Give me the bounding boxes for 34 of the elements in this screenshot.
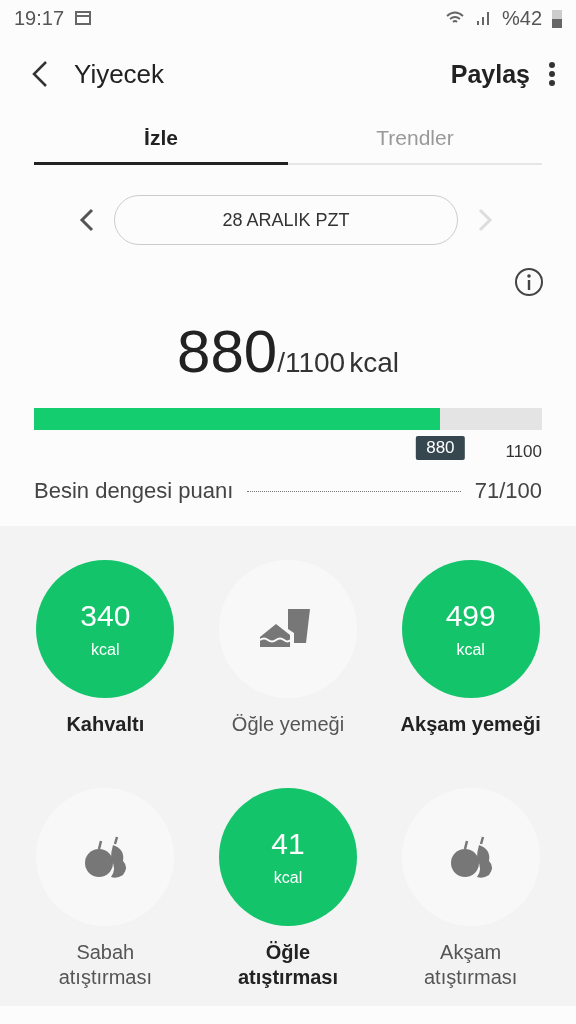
meal-unit: kcal xyxy=(91,641,120,659)
score-label: Besin dengesi puanı xyxy=(34,478,234,504)
meal-label: Öğle yemeği xyxy=(230,712,346,737)
meal-unit: kcal xyxy=(456,641,485,659)
meal-calories: 340 xyxy=(80,599,131,633)
meal-unit: kcal xyxy=(273,868,303,887)
meal-label: Öğle atıştırması xyxy=(236,939,339,990)
notification-icon xyxy=(74,9,93,27)
meal-label: Akşam yemeği xyxy=(399,712,542,737)
meal-label: Akşam atıştırması xyxy=(422,939,519,990)
previous-icon[interactable] xyxy=(78,207,96,233)
meal-circle[interactable]: 340 kcal xyxy=(36,560,175,698)
battery-icon xyxy=(552,8,562,28)
max-label: 1100 xyxy=(505,442,542,462)
share-link[interactable]: Paylaş xyxy=(450,59,530,89)
meal-circle[interactable]: 499 kcal xyxy=(401,560,540,698)
meal-label: Sabah atıştırması xyxy=(57,939,153,990)
value-marker: 880 xyxy=(416,436,465,460)
tab[interactable]: Trendler xyxy=(288,112,542,165)
info-icon[interactable] xyxy=(514,267,544,297)
meal-circle[interactable]: 41 kcal xyxy=(219,787,357,926)
date-selector[interactable]: 28 ARALIK PZT xyxy=(114,195,458,245)
tab[interactable]: İzle xyxy=(34,112,288,165)
meal-calories: 41 xyxy=(271,826,305,861)
page-title: Yiyecek xyxy=(74,58,166,90)
meal-label: Kahvaltı xyxy=(65,712,146,737)
status-time: 19:17 xyxy=(14,6,65,30)
calorie-unit: kcal xyxy=(349,347,399,379)
more-icon[interactable] xyxy=(548,61,556,87)
meal-calories: 499 xyxy=(445,599,496,633)
score-value: 71/100 xyxy=(474,478,542,504)
target-calories: /1100 xyxy=(277,347,346,379)
battery-percent: %42 xyxy=(501,6,542,30)
consumed-calories: 880 xyxy=(177,317,278,386)
